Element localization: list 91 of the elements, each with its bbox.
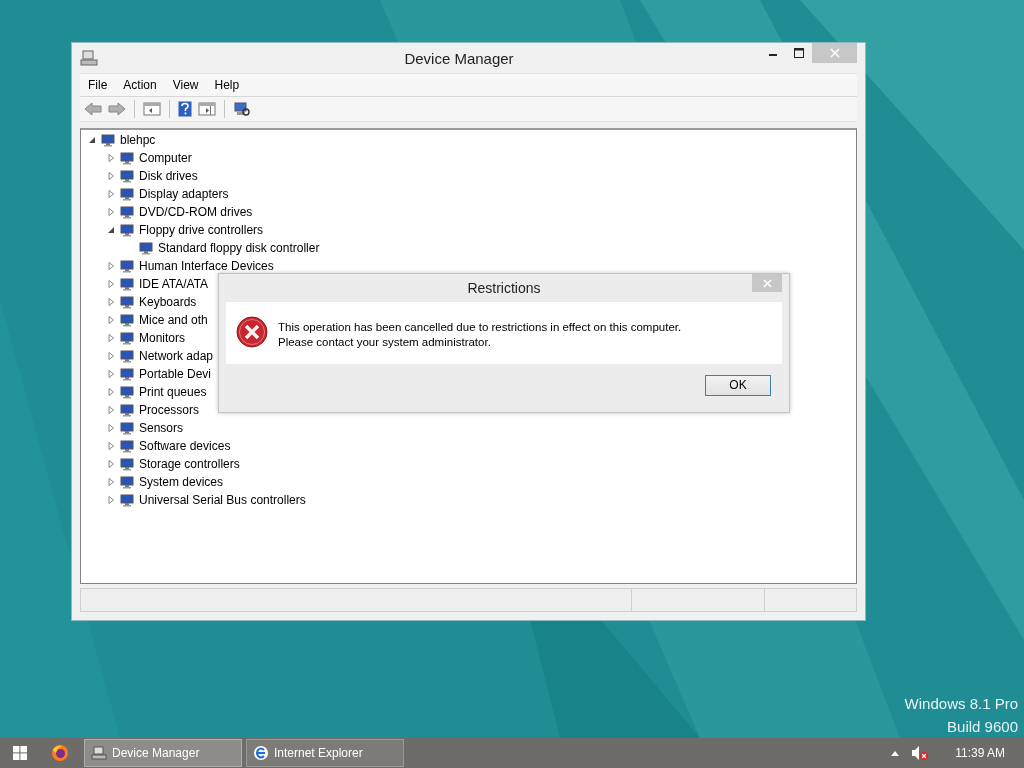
device-icon	[100, 132, 116, 148]
expand-arrow-icon[interactable]	[106, 153, 116, 163]
device-icon	[119, 348, 135, 364]
edition-text: Build 9600	[946, 717, 1018, 737]
device-icon	[119, 402, 135, 418]
device-icon	[119, 312, 135, 328]
device-icon	[119, 276, 135, 292]
computer-icon	[91, 745, 107, 761]
expand-arrow-icon[interactable]	[106, 189, 116, 199]
show-hide-tree-button[interactable]	[142, 100, 162, 118]
device-icon	[119, 438, 135, 454]
menu-item[interactable]: Action	[115, 78, 165, 92]
tree-item[interactable]: System devices	[139, 475, 224, 489]
forward-button[interactable]	[107, 100, 127, 118]
device-icon	[119, 420, 135, 436]
device-icon	[138, 240, 154, 256]
menu-item[interactable]: View	[164, 78, 207, 92]
maximize-icon	[794, 48, 804, 58]
dialog-message: This operation has been cancelled due to restrictions in effect on this computer. Please contact your system administrator.	[278, 320, 683, 350]
device-icon	[119, 168, 135, 184]
tree-item[interactable]: Disk drives	[139, 169, 198, 183]
expand-arrow-icon[interactable]	[106, 207, 116, 217]
tree-item[interactable]: blehpc	[120, 133, 156, 147]
close-icon	[762, 278, 772, 288]
close-icon	[829, 48, 840, 58]
tree-item[interactable]: Keyboards	[139, 295, 197, 309]
close-button[interactable]	[752, 274, 782, 292]
tree-item[interactable]: Portable Devi	[139, 367, 212, 381]
device-manager-icon	[80, 49, 98, 67]
device-icon	[119, 222, 135, 238]
tree-item[interactable]: Human Interface Devices	[139, 259, 274, 273]
expand-arrow-icon[interactable]	[106, 387, 116, 397]
collapse-arrow-icon[interactable]	[87, 135, 97, 145]
error-icon	[236, 316, 268, 348]
muted-speaker-icon[interactable]	[911, 745, 930, 761]
ok-button[interactable]: OK	[705, 374, 771, 396]
back-button[interactable]	[83, 100, 103, 118]
tree-item[interactable]: Mice and oth	[139, 313, 208, 327]
menu-item[interactable]: File	[80, 78, 116, 92]
device-icon	[119, 294, 135, 310]
edition-text: Windows 8.1 Pro	[904, 694, 1018, 714]
taskbar-app-button[interactable]: Internet Explorer	[246, 739, 404, 767]
scan-hardware-button[interactable]	[232, 100, 252, 118]
device-icon	[119, 330, 135, 346]
help-button[interactable]	[177, 100, 193, 118]
expand-arrow-icon[interactable]	[106, 441, 116, 451]
expand-arrow-icon[interactable]	[106, 459, 116, 469]
tree-item[interactable]: Processors	[139, 403, 200, 417]
tree-item[interactable]: Universal Serial Bus controllers	[139, 493, 306, 507]
tree-item[interactable]: Print queues	[139, 385, 207, 399]
tree-item[interactable]: Monitors	[139, 331, 185, 345]
menu-item[interactable]: Help	[206, 78, 248, 92]
expand-arrow-icon[interactable]	[106, 171, 116, 181]
show-hide-action-pane-button[interactable]	[197, 100, 217, 118]
tree-item[interactable]: Display adapters	[139, 187, 229, 201]
collapse-arrow-icon[interactable]	[106, 225, 116, 235]
windows-logo-icon	[13, 746, 27, 760]
browser-icon	[253, 745, 269, 761]
device-icon	[119, 492, 135, 508]
expand-arrow-icon[interactable]	[106, 297, 116, 307]
expand-arrow-icon[interactable]	[106, 423, 116, 433]
dialog-title: Restrictions	[466, 280, 542, 296]
device-icon	[119, 150, 135, 166]
clock[interactable]: 11:39 AM	[955, 746, 1005, 760]
device-icon	[119, 456, 135, 472]
tree-item[interactable]: IDE ATA/ATA	[139, 277, 209, 291]
device-icon	[119, 258, 135, 274]
tree-item[interactable]: Standard floppy disk controller	[158, 241, 320, 255]
tree-item[interactable]: Computer	[139, 151, 192, 165]
tree-item[interactable]: Storage controllers	[139, 457, 240, 471]
device-icon	[119, 204, 135, 220]
expand-arrow-icon[interactable]	[106, 279, 116, 289]
expand-arrow-icon[interactable]	[106, 405, 116, 415]
expand-arrow-icon[interactable]	[106, 261, 116, 271]
expand-arrow-icon[interactable]	[106, 369, 116, 379]
tree-item[interactable]: Network adap	[139, 349, 214, 363]
device-icon	[119, 474, 135, 490]
expand-arrow-icon[interactable]	[106, 495, 116, 505]
expand-arrow-icon[interactable]	[106, 351, 116, 361]
tree-item[interactable]: Software devices	[139, 439, 231, 453]
device-icon	[119, 384, 135, 400]
tree-item[interactable]: Sensors	[139, 421, 184, 435]
tree-item[interactable]: DVD/CD-ROM drives	[139, 205, 253, 219]
device-icon	[119, 186, 135, 202]
tree-item[interactable]: Floppy drive controllers	[139, 223, 264, 237]
show-hidden-icons-icon[interactable]	[891, 750, 900, 756]
expand-arrow-icon[interactable]	[106, 315, 116, 325]
expand-arrow-icon[interactable]	[106, 333, 116, 343]
window-title: Device Manager	[403, 49, 515, 67]
device-icon	[119, 366, 135, 382]
expand-arrow-icon[interactable]	[106, 477, 116, 487]
